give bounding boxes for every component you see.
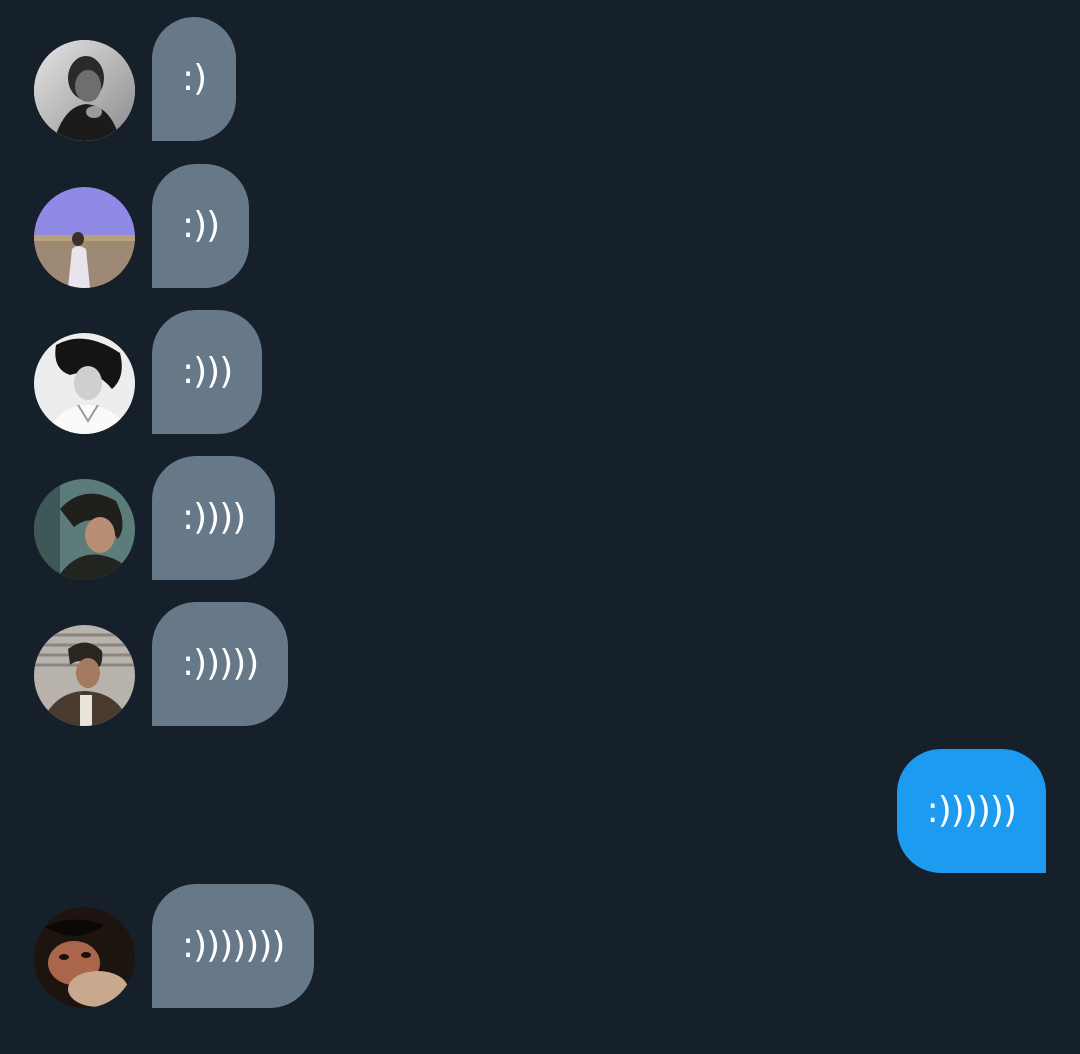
message-bubble[interactable]: :))) bbox=[152, 310, 263, 434]
message-bubble[interactable]: :)) bbox=[152, 164, 250, 288]
avatar[interactable] bbox=[34, 625, 135, 726]
avatar[interactable] bbox=[34, 40, 135, 141]
avatar[interactable] bbox=[34, 187, 135, 288]
avatar[interactable] bbox=[34, 907, 135, 1008]
avatar[interactable] bbox=[34, 479, 135, 580]
message-bubble[interactable]: :))))) bbox=[152, 602, 289, 726]
message-bubble[interactable]: :)))) bbox=[152, 456, 276, 580]
avatar[interactable] bbox=[34, 333, 135, 434]
chat-thread: :) :)) :))) :)))):))))):)))))):))))))… bbox=[0, 0, 1080, 1054]
message-bubble-outgoing[interactable]: :)))))) bbox=[896, 749, 1046, 873]
message-bubble[interactable]: :))))))) bbox=[152, 884, 315, 1008]
message-bubble[interactable]: :) bbox=[152, 17, 237, 141]
